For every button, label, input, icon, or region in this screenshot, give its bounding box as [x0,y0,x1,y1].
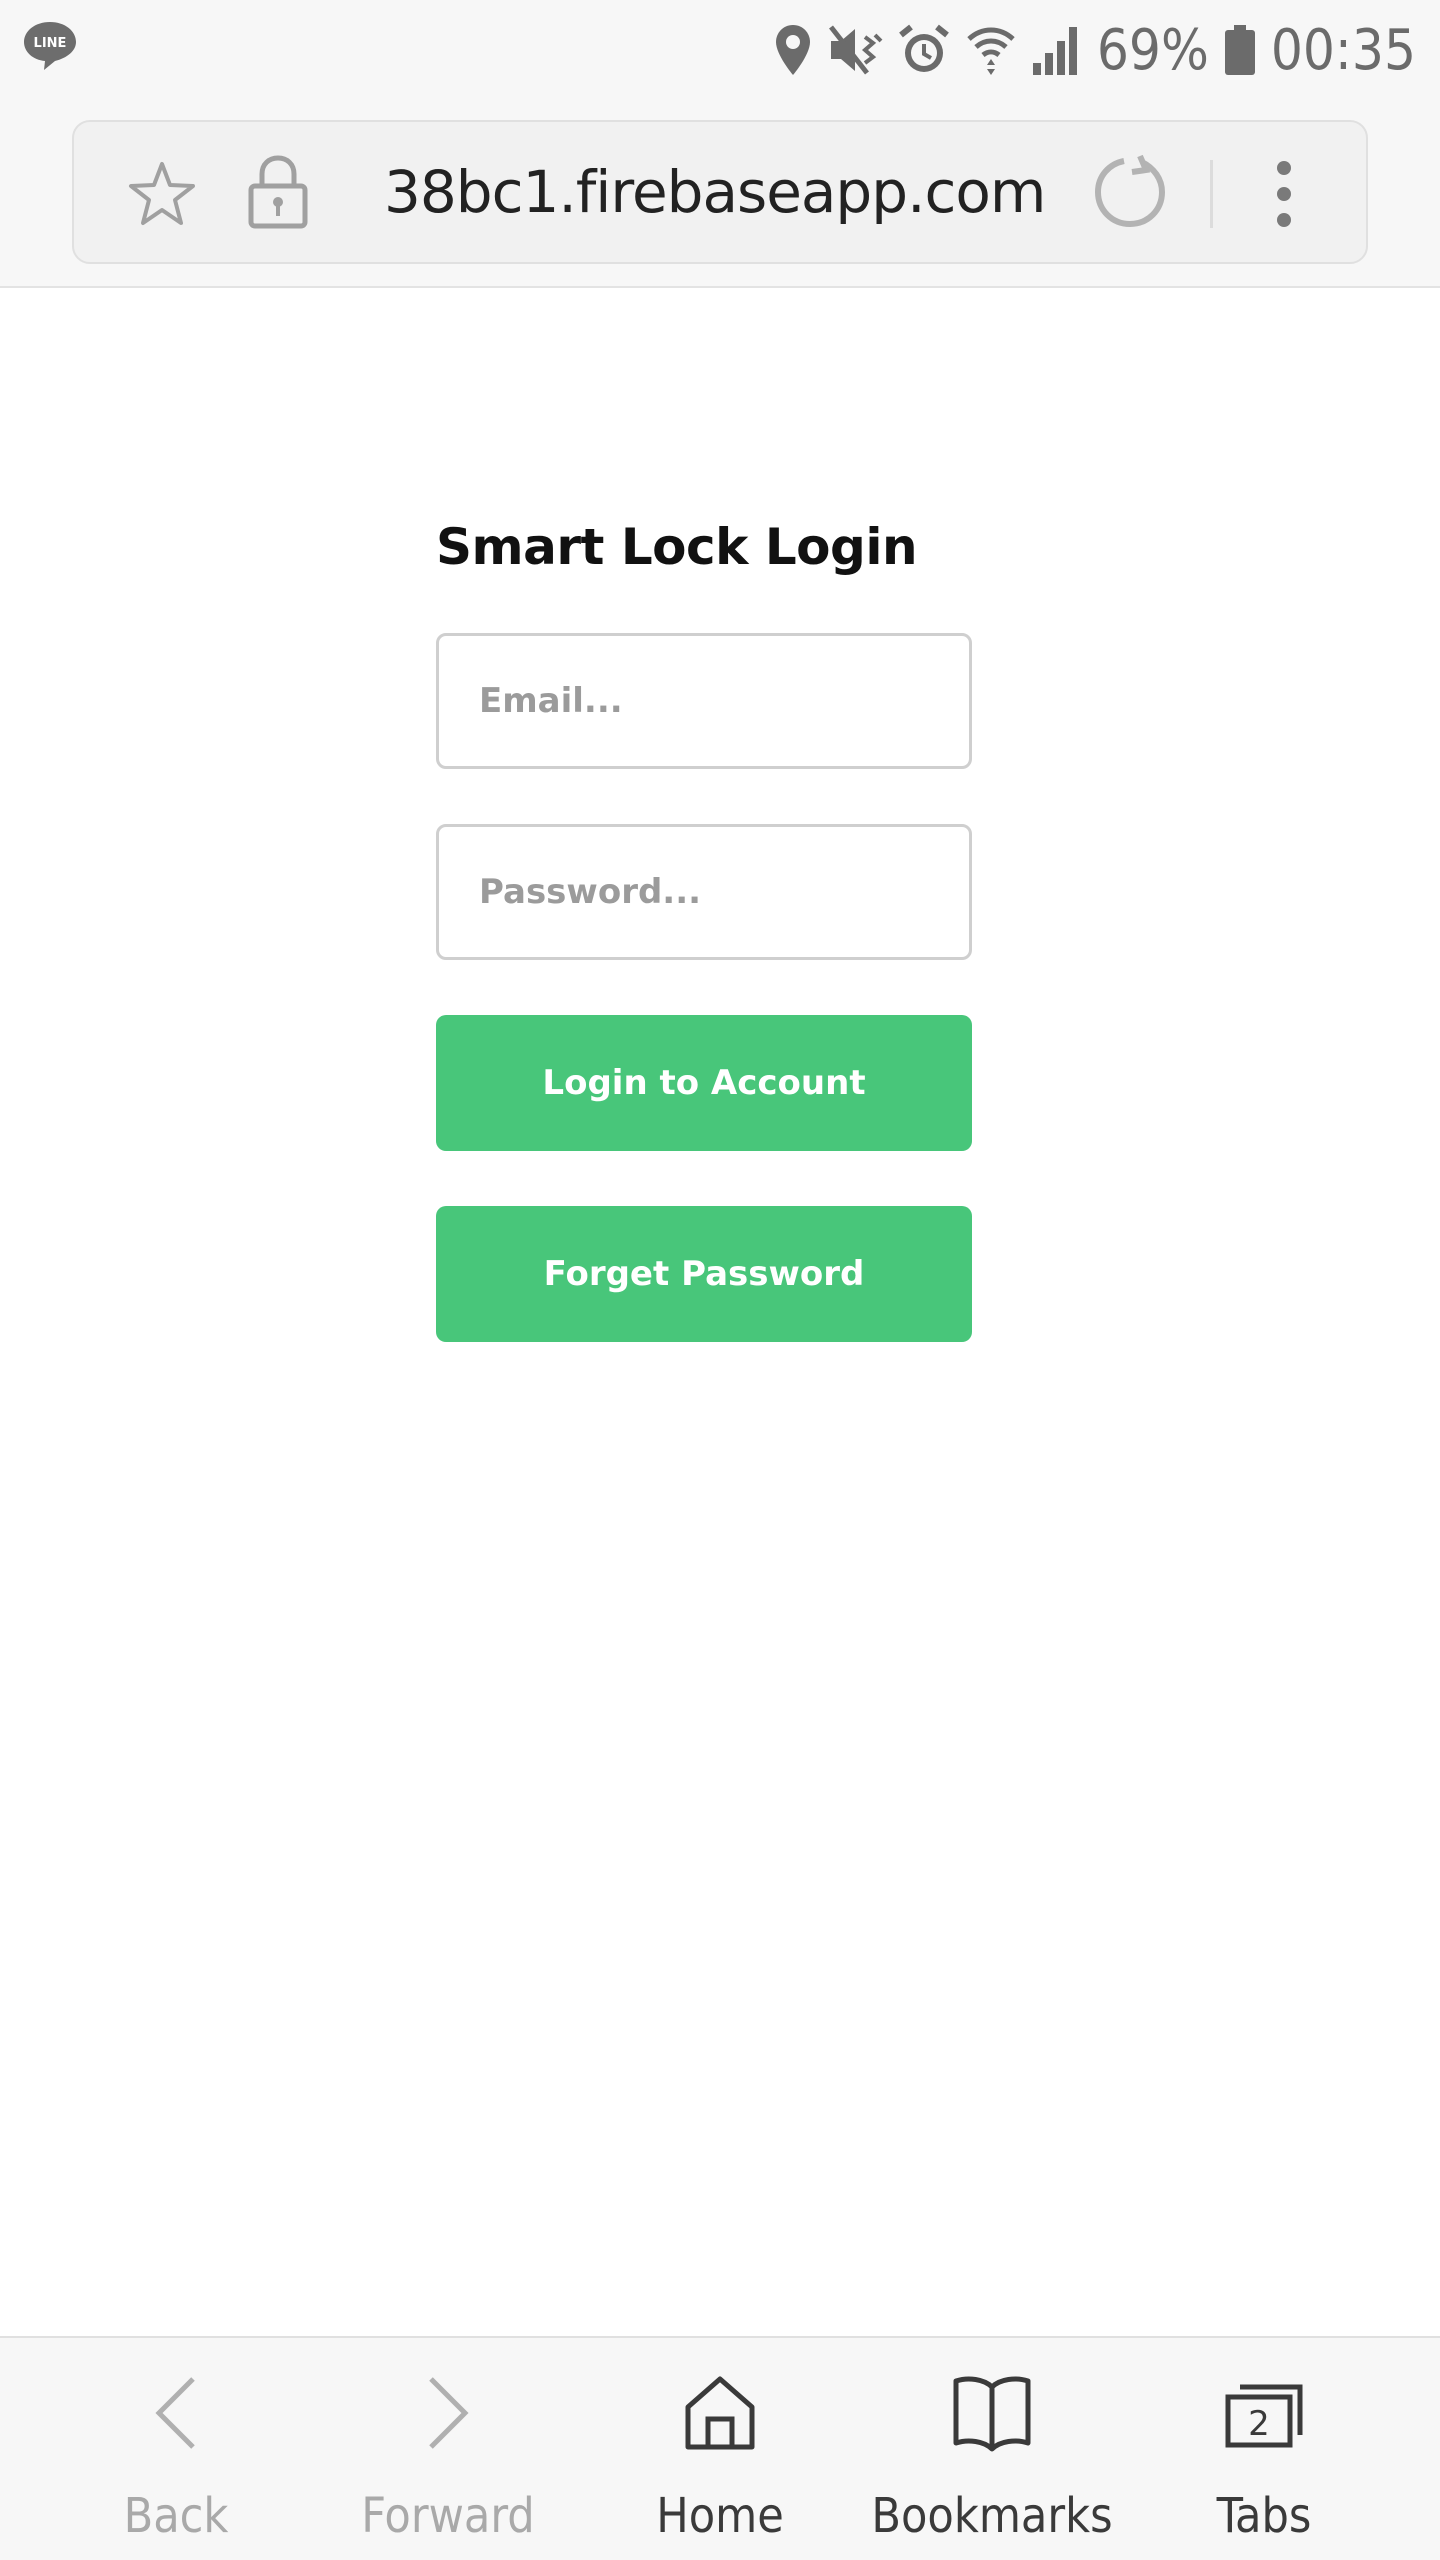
battery-percent: 69% [1096,17,1209,83]
chevron-left-icon [32,2368,320,2458]
nav-home-label: Home [656,2488,784,2544]
nav-back[interactable]: Back [32,2338,320,2560]
nav-forward-label: Forward [361,2488,535,2544]
wifi-icon [965,23,1017,77]
lock-icon[interactable] [246,152,310,237]
nav-tabs[interactable]: 2 Tabs [1120,2338,1408,2560]
forgot-password-button[interactable]: Forget Password [436,1206,972,1342]
login-button[interactable]: Login to Account [436,1015,972,1151]
nav-home[interactable]: Home [576,2338,864,2560]
address-bar[interactable]: 38bc1.firebaseapp.com [72,120,1368,264]
url-text[interactable]: 38bc1.firebaseapp.com [384,158,1046,226]
nav-tabs-label: Tabs [1216,2488,1312,2544]
email-field[interactable] [436,633,972,769]
status-bar: LINE 69% 00:35 [0,0,1440,96]
page-title: Smart Lock Login [436,518,918,576]
nav-bookmarks[interactable]: Bookmarks [848,2338,1136,2560]
nav-bookmarks-label: Bookmarks [871,2488,1113,2544]
line-app-icon: LINE [22,20,78,77]
password-field[interactable] [436,824,972,960]
clock-time: 00:35 [1270,17,1416,83]
chevron-right-icon [304,2368,592,2458]
signal-icon [1031,23,1083,77]
bookmarks-icon [848,2368,1136,2458]
location-icon [773,23,813,77]
bottom-navigation: Back Forward Home Bookmarks 2 Tabs [0,2336,1440,2560]
line-icon-text: LINE [34,36,67,51]
tabs-count: 2 [1248,2404,1270,2444]
tabs-icon: 2 [1120,2368,1408,2458]
nav-back-label: Back [123,2488,229,2544]
star-icon[interactable] [126,158,198,235]
home-icon [576,2368,864,2458]
alarm-icon [897,23,951,77]
more-vert-icon[interactable] [1264,158,1304,235]
reload-icon[interactable] [1090,152,1170,237]
toolbar-separator [1210,160,1213,228]
status-icons: 69% 00:35 [773,14,1416,86]
nav-forward[interactable]: Forward [304,2338,592,2560]
browser-toolbar: 38bc1.firebaseapp.com [0,96,1440,288]
mute-vibrate-icon [827,23,883,77]
battery-icon [1223,23,1257,77]
